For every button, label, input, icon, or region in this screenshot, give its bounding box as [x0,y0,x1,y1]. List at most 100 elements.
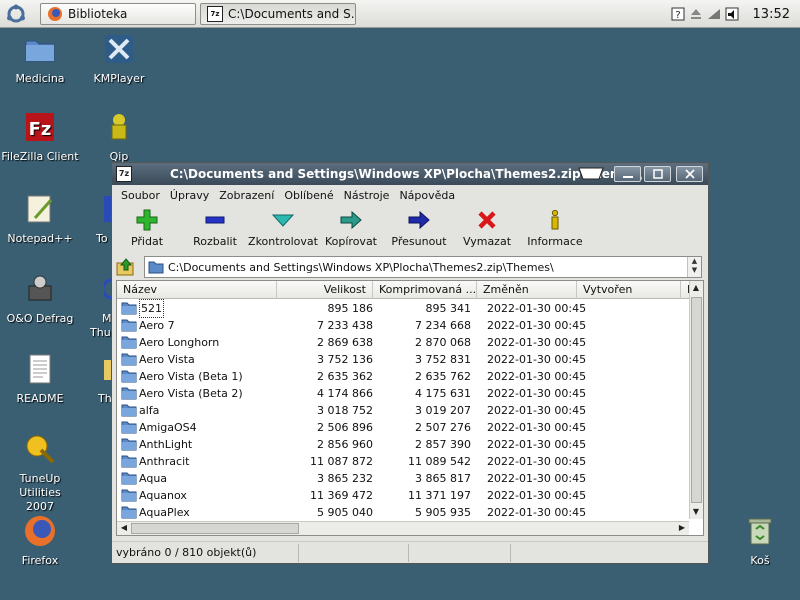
scroll-down-icon[interactable]: ▼ [690,506,702,518]
status-separator [408,544,409,562]
folder-icon [121,336,137,349]
clock[interactable]: 13:52 [753,7,790,22]
file-row[interactable]: Aero Vista 3 752 136 3 752 831 2022-01-30 0… [117,351,689,368]
shade-icon[interactable] [578,167,604,180]
menu-soubor[interactable]: Soubor [116,189,165,202]
move-button[interactable]: Přesunout [384,209,454,248]
scroll-right-icon[interactable]: ▶ [676,522,688,534]
file-row[interactable]: Aquanox 11 369 472 11 371 197 2022-01-30 00… [117,487,689,504]
file-row[interactable]: Aqua 3 865 232 3 865 817 2022-01-30 00:45 [117,470,689,487]
help-icon[interactable]: ? [671,7,685,21]
desktop-icon-partial-to[interactable]: To [88,192,112,246]
desktop-icon-tuneup[interactable]: TuneUp Utilities 2007 [0,432,80,514]
volume-icon[interactable] [725,7,739,21]
file-packed-size-cell: 2 857 390 [415,438,471,451]
vertical-scrollbar[interactable]: ▲ ▼ [689,281,703,519]
toolbar: Přidat Rozbalit Zkontrolovat Kopírovat P… [112,205,708,255]
minimize-button[interactable] [614,166,641,182]
desktop-icon-label: TuneUp Utilities [19,472,61,499]
maximize-icon [652,169,663,179]
file-row[interactable]: Aero 7 7 233 438 7 234 668 2022-01-30 00:45 [117,317,689,334]
file-row[interactable]: alfa 3 018 752 3 019 207 2022-01-30 00:45 [117,402,689,419]
start-menu-button[interactable] [4,3,28,25]
column-header-size[interactable]: Velikost [277,281,373,299]
add-button[interactable]: Přidat [112,209,182,248]
file-packed-size-cell: 3 865 817 [415,472,471,485]
file-name: Aero Vista (Beta 2) [139,387,243,400]
desktop-icon-partial-m[interactable]: M Thur [88,272,112,340]
file-packed-size-cell: 895 341 [425,302,472,315]
7zip-icon[interactable]: 7z [116,166,132,182]
file-size-cell: 3 018 752 [317,404,373,417]
column-header-packed-size[interactable]: Komprimovaná ... [373,281,477,299]
delete-icon [478,211,496,229]
file-row[interactable]: 521 895 186 895 341 2022-01-30 00:45 [117,299,689,318]
eject-icon[interactable] [689,7,703,21]
taskbar-item-7zip[interactable]: 7z C:\Documents and S... [200,3,356,25]
menu-upravy[interactable]: Úpravy [165,189,214,202]
scroll-left-icon[interactable]: ◀ [118,522,130,534]
horizontal-scroll-thumb[interactable] [131,523,299,534]
file-row[interactable]: Aero Longhorn 2 869 638 2 870 068 2022-01-3… [117,334,689,351]
column-header-modified[interactable]: Změněn [477,281,577,299]
test-button[interactable]: Zkontrolovat [248,209,318,248]
desktop-icon-oo-defrag[interactable]: O&O Defrag [0,272,80,326]
desktop-icon-qip[interactable]: Qip [79,110,159,164]
close-button[interactable] [676,166,703,182]
window-titlebar[interactable]: 7z C:\Documents and Settings\Windows XP\… [112,163,708,185]
network-icon[interactable] [707,7,721,21]
taskbar: Biblioteka 7z C:\Documents and S... ? 13… [0,0,800,28]
file-packed-size-cell: 7 234 668 [415,319,471,332]
firefox-icon [48,7,62,21]
parent-folder-button[interactable] [116,257,136,277]
copy-button[interactable]: Kopírovat [316,209,386,248]
desktop-icon-kmplayer[interactable]: KMPlayer [79,32,159,86]
address-dropdown-button[interactable]: ▲ ▼ [687,257,701,277]
file-list[interactable]: Název Velikost Komprimovaná ... Změněn V… [116,280,704,536]
file-row[interactable]: Aero Vista (Beta 1) 2 635 362 2 635 762 202… [117,368,689,385]
taskbar-item-firefox[interactable]: Biblioteka [40,3,196,25]
desktop-icon-readme[interactable]: README [0,352,80,406]
menu-oblibene[interactable]: Oblíbené [279,189,338,202]
file-row[interactable]: AmigaOS4 2 506 896 2 507 276 2022-01-30 00:… [117,419,689,436]
desktop-icon-medicina[interactable]: Medicina [0,32,80,86]
file-row[interactable]: Anthracit 11 087 872 11 089 542 2022-01-30 … [117,453,689,470]
file-row[interactable]: AnthLight 2 856 960 2 857 390 2022-01-30 00… [117,436,689,453]
desktop-icon-notepadpp[interactable]: Notepad++ [0,192,80,246]
extract-button[interactable]: Rozbalit [180,209,250,248]
taskbar-item-label: Biblioteka [68,7,128,21]
file-packed-size-cell: 2 870 068 [415,336,471,349]
desktop-icon-firefox[interactable]: Firefox [0,514,80,568]
scroll-up-icon[interactable]: ▲ [690,282,702,294]
desktop-icon-recycle-bin[interactable]: Koš [720,514,800,568]
desktop-icon-filezilla[interactable]: Fz FileZilla Client [0,110,80,164]
svg-text:?: ? [675,10,680,21]
desktop-icon-label: Koš [750,554,770,567]
file-name: Aero Vista [139,353,195,366]
desktop-icon-partial-th[interactable]: Th [88,352,112,406]
status-text: vybráno 0 / 810 objekt(ů) [116,546,257,559]
menu-zobrazeni[interactable]: Zobrazení [214,189,279,202]
file-size-cell: 2 506 896 [317,421,373,434]
file-modified-cell: 2022-01-30 00:45 [487,319,587,332]
file-name-cell: Aquanox [121,487,277,504]
file-name: AquaPlex [139,506,190,519]
file-row[interactable]: Aero Vista (Beta 2) 4 174 866 4 175 631 202… [117,385,689,402]
address-input[interactable]: C:\Documents and Settings\Windows XP\Plo… [144,256,702,278]
file-name-cell: AquaPlex [121,504,277,521]
delete-button[interactable]: Vymazat [452,209,522,248]
maximize-button[interactable] [644,166,671,182]
menu-napoveda[interactable]: Nápověda [394,189,460,202]
info-button[interactable]: Informace [520,209,590,248]
file-row[interactable]: AquaPlex 5 905 040 5 905 935 2022-01-30 00:… [117,504,689,521]
column-header-name[interactable]: Název [117,281,277,299]
file-size-cell: 3 752 136 [317,353,373,366]
desktop-icon-label: Th [98,392,112,405]
chevron-up-icon: ▲ [691,257,698,265]
column-header-created[interactable]: Vytvořen [577,281,681,299]
file-size-cell: 2 869 638 [317,336,373,349]
vertical-scroll-thumb[interactable] [691,297,702,503]
menu-nastroje[interactable]: Nástroje [339,189,395,202]
horizontal-scrollbar[interactable]: ◀ ▶ [117,521,689,535]
firefox-icon [25,516,55,546]
